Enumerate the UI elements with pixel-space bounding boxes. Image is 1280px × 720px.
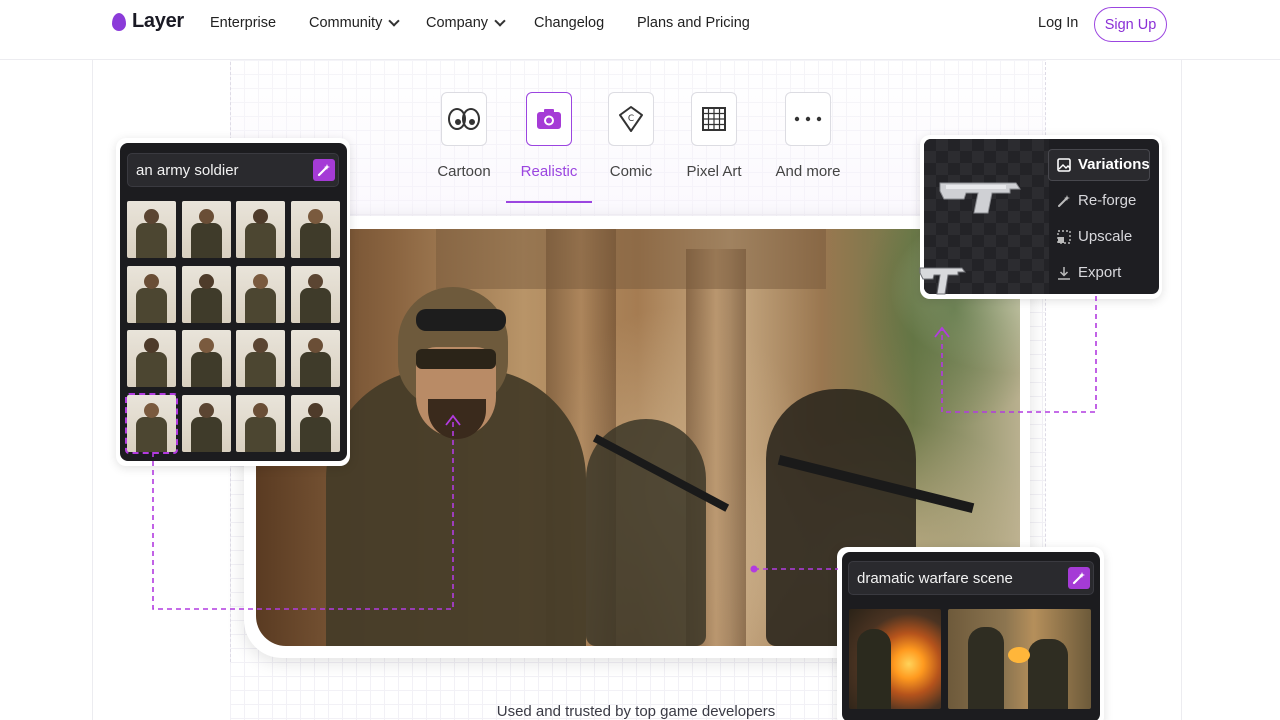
image-icon bbox=[1057, 157, 1071, 172]
signup-button[interactable]: Sign Up bbox=[1094, 7, 1167, 42]
tab-comic-label: Comic bbox=[609, 163, 653, 180]
active-tab-indicator bbox=[506, 201, 592, 203]
soldier-thumbnail[interactable] bbox=[290, 394, 340, 452]
more-dots-icon bbox=[785, 92, 831, 146]
tab-cartoon[interactable]: Cartoon bbox=[429, 92, 499, 180]
soldier-thumbnail[interactable] bbox=[236, 201, 285, 258]
menu-variations-label: Variations bbox=[1078, 156, 1150, 173]
menu-export-label: Export bbox=[1078, 264, 1122, 281]
nav-pricing-label: Plans and Pricing bbox=[637, 15, 750, 31]
download-icon bbox=[1057, 266, 1071, 280]
tab-more[interactable]: And more bbox=[773, 92, 843, 180]
menu-upscale[interactable]: Upscale bbox=[1057, 228, 1132, 245]
nav-company[interactable]: Company bbox=[426, 14, 506, 31]
soldier-thumbnail[interactable] bbox=[236, 265, 285, 323]
prompt-input-soldier[interactable]: an army soldier bbox=[127, 153, 339, 187]
soldier-thumbnail[interactable] bbox=[290, 330, 340, 387]
comic-badge-icon: C bbox=[608, 92, 654, 146]
prompt-text-scene: dramatic warfare scene bbox=[857, 570, 1013, 587]
page: Layer Enterprise Community Company Chang… bbox=[0, 0, 1280, 720]
soldier-thumbnail[interactable] bbox=[181, 330, 231, 387]
tab-comic[interactable]: C Comic bbox=[596, 92, 666, 180]
soldier-thumbnail[interactable] bbox=[236, 330, 285, 387]
tab-pixel-art[interactable]: Pixel Art bbox=[679, 92, 749, 180]
soldier-thumbnail[interactable] bbox=[181, 265, 231, 323]
soldier-thumbnail[interactable] bbox=[290, 201, 340, 258]
wand-icon bbox=[1057, 194, 1071, 208]
login-link[interactable]: Log In bbox=[1038, 15, 1078, 31]
soldier-thumbnail[interactable] bbox=[181, 201, 231, 258]
tab-realistic-label: Realistic bbox=[520, 163, 578, 180]
nav-community[interactable]: Community bbox=[309, 14, 400, 31]
svg-text:C: C bbox=[628, 114, 634, 124]
top-navbar: Layer Enterprise Community Company Chang… bbox=[0, 0, 1280, 60]
menu-export[interactable]: Export bbox=[1057, 264, 1121, 281]
trusted-tagline: Used and trusted by top game developers bbox=[496, 703, 776, 720]
soldier-thumbnail[interactable] bbox=[290, 265, 340, 323]
menu-variations[interactable]: Variations bbox=[1057, 156, 1150, 173]
magic-wand-icon[interactable] bbox=[1068, 567, 1090, 589]
soldier-thumbnail[interactable] bbox=[181, 394, 231, 452]
frame-line-left bbox=[92, 60, 93, 720]
nav-enterprise[interactable]: Enterprise bbox=[210, 15, 276, 31]
upscale-icon bbox=[1057, 229, 1071, 244]
brand-name: Layer bbox=[132, 10, 184, 32]
layer-logo-icon bbox=[112, 12, 126, 31]
scene-thumbnail-1[interactable] bbox=[849, 609, 941, 709]
menu-reforge-label: Re-forge bbox=[1078, 192, 1137, 209]
soldier-thumbnail[interactable] bbox=[127, 265, 176, 323]
chevron-down-icon bbox=[494, 14, 506, 27]
scene-thumbnail-2[interactable] bbox=[948, 609, 1091, 709]
nav-changelog-label: Changelog bbox=[534, 15, 605, 31]
prompt-text-soldier: an army soldier bbox=[136, 162, 239, 179]
soldier-thumbnail[interactable] bbox=[125, 392, 178, 454]
nav-pricing[interactable]: Plans and Pricing bbox=[637, 15, 750, 31]
brand-logo[interactable]: Layer bbox=[112, 10, 184, 33]
tab-more-label: And more bbox=[775, 163, 841, 180]
nav-company-label: Company bbox=[426, 15, 489, 31]
tab-pixel-art-label: Pixel Art bbox=[686, 163, 742, 180]
pixel-grid-icon bbox=[691, 92, 737, 146]
nav-changelog[interactable]: Changelog bbox=[534, 15, 604, 31]
eyes-icon bbox=[441, 92, 487, 146]
tab-cartoon-label: Cartoon bbox=[437, 163, 491, 180]
nav-community-label: Community bbox=[309, 15, 383, 31]
frame-line-right bbox=[1181, 60, 1182, 720]
nav-enterprise-label: Enterprise bbox=[210, 15, 277, 31]
prompt-input-scene[interactable]: dramatic warfare scene bbox=[848, 561, 1094, 595]
tab-realistic[interactable]: Realistic bbox=[514, 92, 584, 180]
menu-reforge[interactable]: Re-forge bbox=[1057, 192, 1136, 209]
camera-icon bbox=[526, 92, 572, 146]
chevron-down-icon bbox=[388, 14, 400, 27]
magic-wand-icon[interactable] bbox=[313, 159, 335, 181]
soldier-thumbnail[interactable] bbox=[127, 330, 176, 387]
soldier-thumbnail[interactable] bbox=[127, 201, 176, 258]
menu-upscale-label: Upscale bbox=[1078, 228, 1133, 245]
soldier-thumbnail[interactable] bbox=[236, 394, 285, 452]
pistol-overlay-image bbox=[919, 267, 966, 295]
pistol-image bbox=[939, 182, 1021, 214]
